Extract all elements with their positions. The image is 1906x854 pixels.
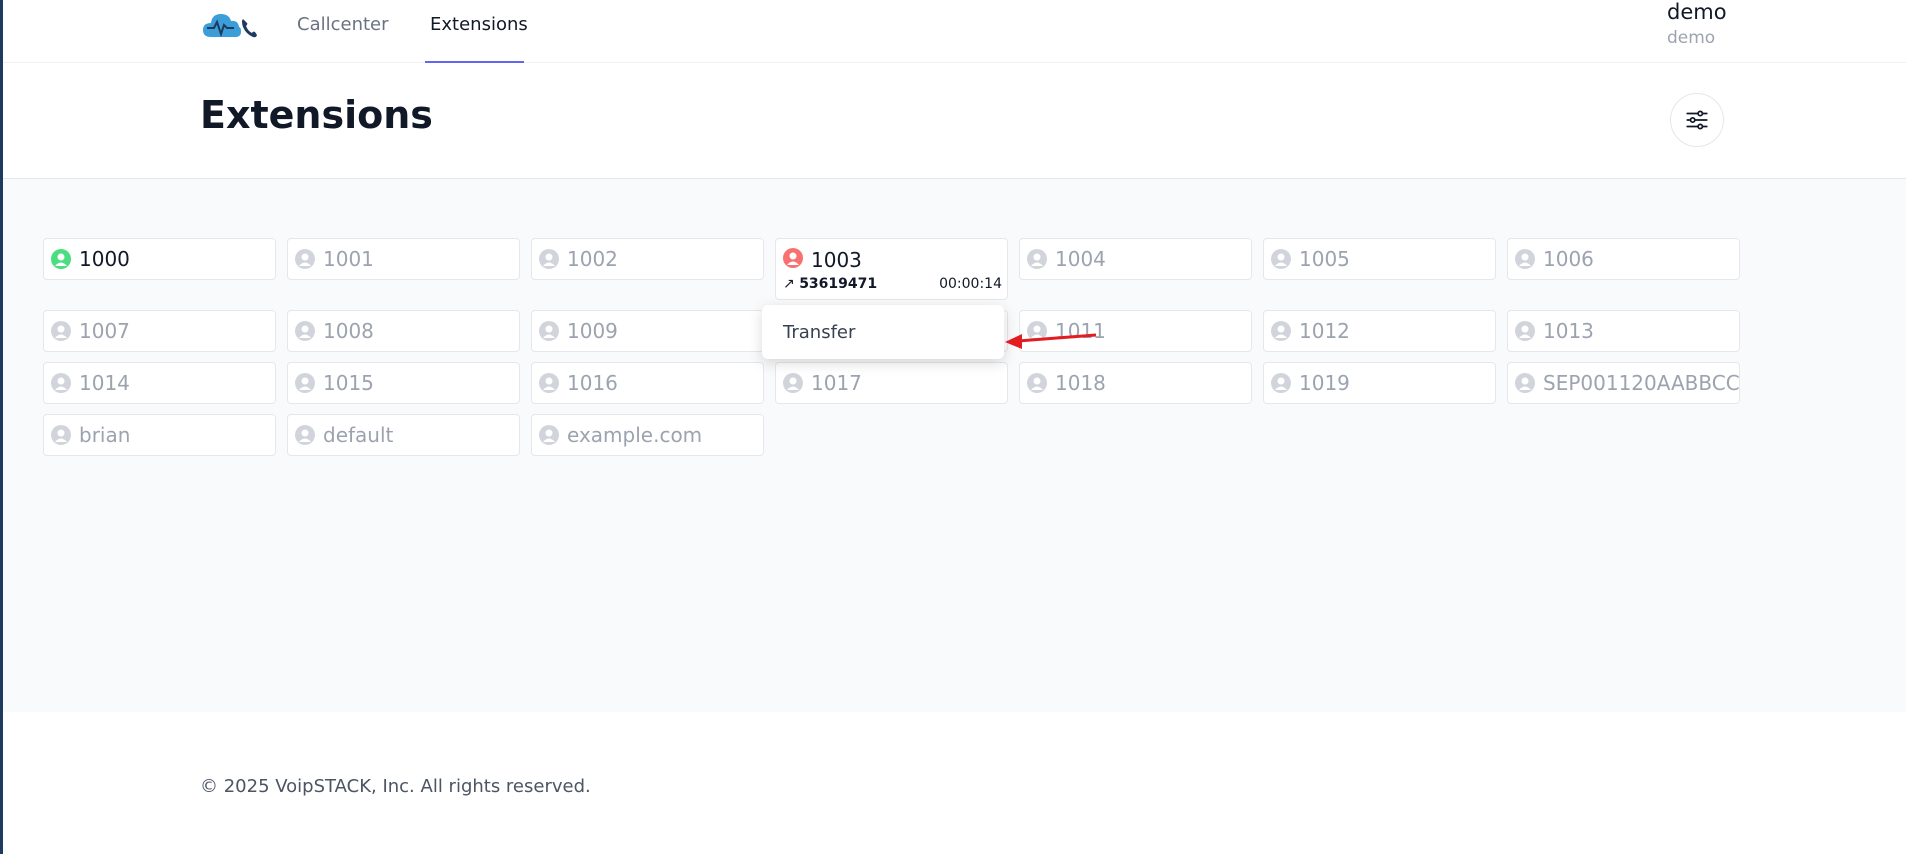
extension-card[interactable]: 1002 bbox=[531, 238, 764, 280]
annotation-arrow-icon bbox=[1005, 333, 1097, 349]
user-status-icon bbox=[1515, 249, 1535, 269]
extension-card[interactable]: 1008 bbox=[287, 310, 520, 352]
user-status-icon bbox=[539, 373, 559, 393]
extension-label: SEP001120AABBCC bbox=[1543, 371, 1740, 395]
user-subtitle: demo bbox=[1667, 28, 1716, 48]
extension-label: default bbox=[323, 423, 394, 447]
extension-card[interactable]: default bbox=[287, 414, 520, 456]
extension-card[interactable]: 1009 bbox=[531, 310, 764, 352]
call-duration: 00:00:14 bbox=[939, 276, 1002, 292]
user-status-icon bbox=[1271, 321, 1291, 341]
user-status-icon bbox=[51, 373, 71, 393]
nav-link-callcenter[interactable]: Callcenter bbox=[297, 14, 389, 35]
extension-label: 1016 bbox=[567, 371, 618, 395]
user-status-icon bbox=[295, 249, 315, 269]
user-status-icon bbox=[295, 425, 315, 445]
call-number: ↗ 53619471 bbox=[783, 276, 878, 292]
outbound-arrow-icon: ↗ bbox=[783, 276, 800, 292]
extension-label: example.com bbox=[567, 423, 703, 447]
page-header: Extensions bbox=[3, 63, 1906, 179]
extension-card[interactable]: 1001 bbox=[287, 238, 520, 280]
extension-card[interactable]: 1019 bbox=[1263, 362, 1496, 404]
main-content: 1000 1001 1002 1003 ↗ 53619471 00:00:14 1004 10… bbox=[3, 179, 1906, 712]
user-status-icon bbox=[1271, 373, 1291, 393]
extension-label: 1002 bbox=[567, 247, 618, 271]
user-status-icon bbox=[783, 248, 803, 268]
extension-card[interactable]: 1000 bbox=[43, 238, 276, 280]
extension-label: 1019 bbox=[1299, 371, 1350, 395]
extension-card[interactable]: 1018 bbox=[1019, 362, 1252, 404]
extension-card[interactable]: example.com bbox=[531, 414, 764, 456]
user-status-icon bbox=[1515, 321, 1535, 341]
context-menu: Transfer bbox=[762, 305, 1004, 359]
extension-label: 1001 bbox=[323, 247, 374, 271]
extension-label: 1012 bbox=[1299, 319, 1350, 343]
active-call-info: ↗ 53619471 00:00:14 bbox=[783, 276, 1002, 292]
extension-label: brian bbox=[79, 423, 131, 447]
user-status-icon bbox=[539, 321, 559, 341]
user-status-icon bbox=[783, 373, 803, 393]
extension-card[interactable]: 1003 ↗ 53619471 00:00:14 bbox=[775, 238, 1008, 300]
extension-card[interactable]: 1004 bbox=[1019, 238, 1252, 280]
extension-label: 1017 bbox=[811, 371, 862, 395]
voipstack-logo-icon[interactable] bbox=[201, 7, 263, 43]
user-status-icon bbox=[1271, 249, 1291, 269]
extension-label: 1013 bbox=[1543, 319, 1594, 343]
user-status-icon bbox=[51, 321, 71, 341]
extension-label: 1000 bbox=[79, 247, 130, 271]
page-title: Extensions bbox=[200, 93, 433, 137]
extension-card[interactable]: 1013 bbox=[1507, 310, 1740, 352]
user-status-icon bbox=[539, 249, 559, 269]
user-status-icon bbox=[1027, 373, 1047, 393]
extension-label: 1018 bbox=[1055, 371, 1106, 395]
filter-button[interactable] bbox=[1670, 93, 1724, 147]
extension-card[interactable]: 1014 bbox=[43, 362, 276, 404]
extension-label: 1005 bbox=[1299, 247, 1350, 271]
user-status-icon bbox=[539, 425, 559, 445]
nav-link-extensions[interactable]: Extensions bbox=[430, 14, 528, 35]
extension-card[interactable]: 1005 bbox=[1263, 238, 1496, 280]
extension-label: 1006 bbox=[1543, 247, 1594, 271]
extension-card[interactable]: SEP001120AABBCC bbox=[1507, 362, 1740, 404]
user-status-icon bbox=[51, 249, 71, 269]
menu-item-transfer[interactable]: Transfer bbox=[783, 322, 855, 343]
extension-label: 1004 bbox=[1055, 247, 1106, 271]
extension-label: 1014 bbox=[79, 371, 130, 395]
extension-card[interactable]: 1016 bbox=[531, 362, 764, 404]
user-status-icon bbox=[295, 321, 315, 341]
user-name[interactable]: demo bbox=[1667, 0, 1727, 24]
extension-card[interactable]: 1007 bbox=[43, 310, 276, 352]
top-navigation: Callcenter Extensions demo demo bbox=[3, 0, 1906, 63]
user-status-icon bbox=[1027, 249, 1047, 269]
user-status-icon bbox=[51, 425, 71, 445]
extension-card[interactable]: 1006 bbox=[1507, 238, 1740, 280]
extension-card[interactable]: 1015 bbox=[287, 362, 520, 404]
extension-label: 1009 bbox=[567, 319, 618, 343]
extension-label: 1008 bbox=[323, 319, 374, 343]
extension-label: 1015 bbox=[323, 371, 374, 395]
extension-label: 1003 bbox=[811, 248, 862, 272]
user-status-icon bbox=[295, 373, 315, 393]
footer-copyright: © 2025 VoipSTACK, Inc. All rights reserv… bbox=[200, 776, 591, 797]
extension-card[interactable]: brian bbox=[43, 414, 276, 456]
extension-label: 1007 bbox=[79, 319, 130, 343]
user-status-icon bbox=[1515, 373, 1535, 393]
extension-card[interactable]: 1012 bbox=[1263, 310, 1496, 352]
extension-card[interactable]: 1017 bbox=[775, 362, 1008, 404]
sliders-icon bbox=[1686, 110, 1708, 130]
